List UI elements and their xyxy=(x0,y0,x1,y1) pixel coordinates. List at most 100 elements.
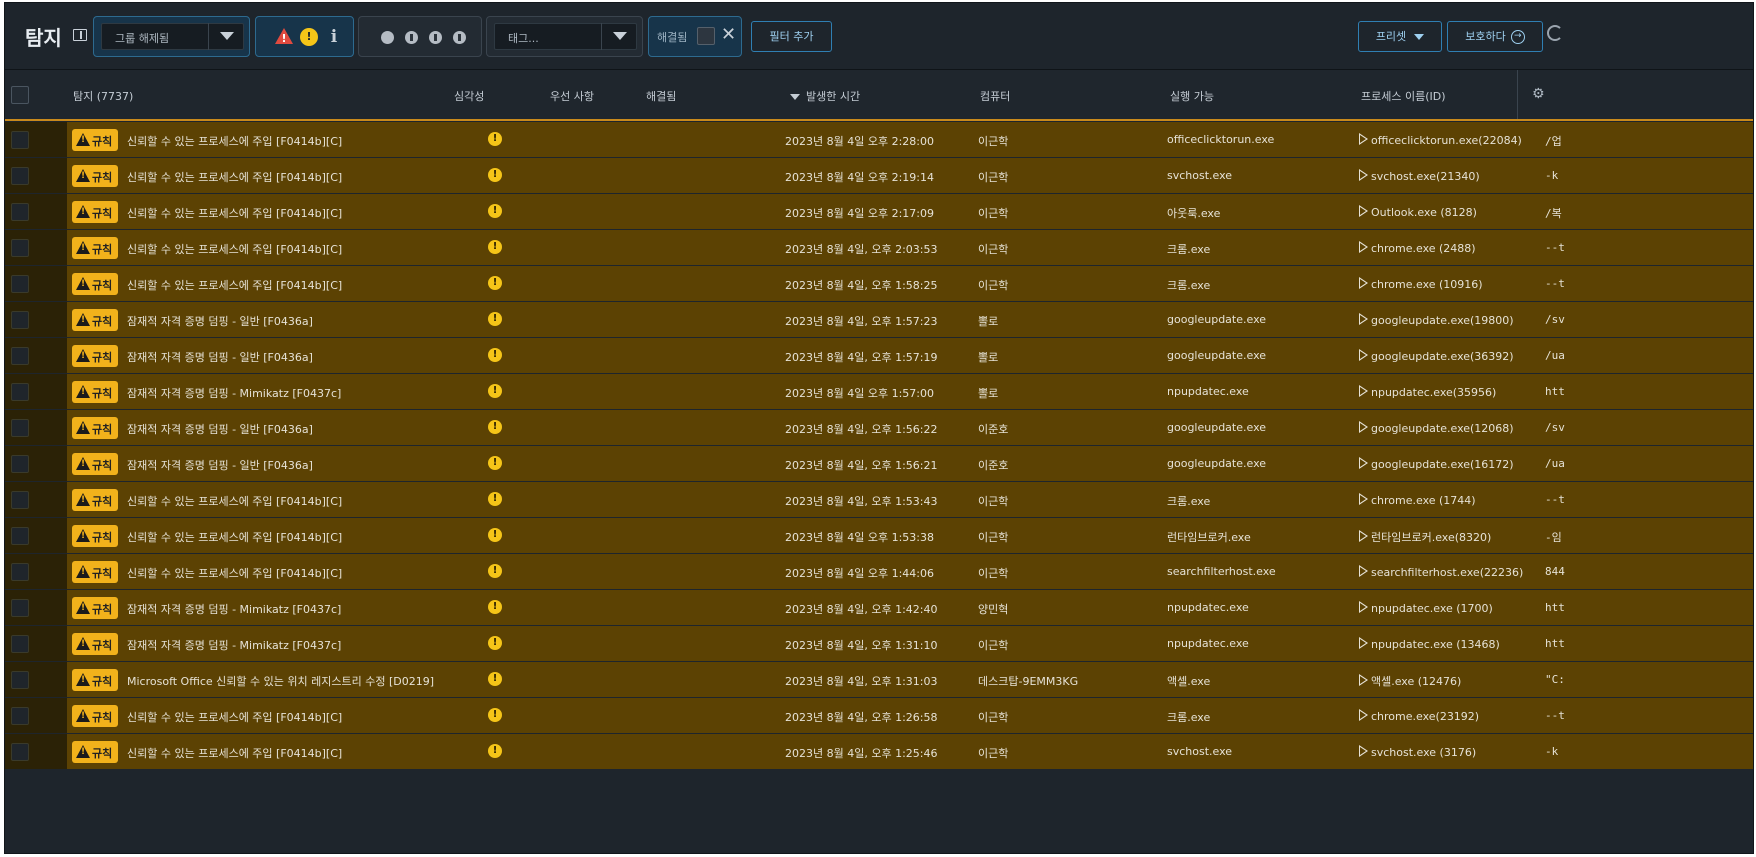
row-checkbox[interactable] xyxy=(11,527,29,545)
table-row[interactable]: 규칙 신뢰할 수 있는 프로세스에 주입 [F0414b][C]! 2023년 8월… xyxy=(5,266,1753,301)
table-row[interactable]: 규칙 잠재적 자격 증명 덤핑 - 일반 [F0436a]! 2023년 8월 4일… xyxy=(5,338,1753,373)
computer-name[interactable]: 이근학 xyxy=(978,745,1008,761)
table-row[interactable]: 규칙 Microsoft Office 신뢰할 수 있는 위치 레지스트리 수정 … xyxy=(5,662,1753,697)
detection-name[interactable]: 신뢰할 수 있는 프로세스에 주입 [F0414b][C] xyxy=(127,133,342,149)
detection-name[interactable]: 신뢰할 수 있는 프로세스에 주입 [F0414b][C] xyxy=(127,709,342,725)
row-checkbox[interactable] xyxy=(11,671,29,689)
detection-name[interactable]: 잠재적 자격 증명 덤핑 - 일반 [F0436a] xyxy=(127,313,313,329)
table-row[interactable]: 규칙 신뢰할 수 있는 프로세스에 주입 [F0414b][C]! 2023년 8월… xyxy=(5,482,1753,517)
table-row[interactable]: 규칙 신뢰할 수 있는 프로세스에 주입 [F0414b][C]! 2023년 8월… xyxy=(5,194,1753,229)
row-checkbox[interactable] xyxy=(11,383,29,401)
executable-name[interactable]: 런타임브로커.exe xyxy=(1167,529,1251,545)
row-checkbox[interactable] xyxy=(11,707,29,725)
computer-name[interactable]: 이근학 xyxy=(978,637,1008,653)
executable-name[interactable]: googleupdate.exe xyxy=(1167,349,1266,362)
row-checkbox[interactable] xyxy=(11,167,29,185)
process-cell[interactable]: npupdatec.exe(35956) xyxy=(1359,385,1496,399)
column-executable[interactable]: 실행 가능 xyxy=(1170,88,1214,104)
executable-name[interactable]: googleupdate.exe xyxy=(1167,457,1266,470)
detection-name[interactable]: 신뢰할 수 있는 프로세스에 주입 [F0414b][C] xyxy=(127,493,342,509)
computer-name[interactable]: 이근학 xyxy=(978,169,1008,185)
computer-name[interactable]: 이근학 xyxy=(978,241,1008,257)
executable-name[interactable]: searchfilterhost.exe xyxy=(1167,565,1276,578)
row-checkbox[interactable] xyxy=(11,203,29,221)
detection-name[interactable]: 신뢰할 수 있는 프로세스에 주입 [F0414b][C] xyxy=(127,241,342,257)
executable-name[interactable]: officeclicktorun.exe xyxy=(1167,133,1274,146)
computer-name[interactable]: 이준호 xyxy=(978,421,1008,437)
executable-name[interactable]: 크롬.exe xyxy=(1167,277,1210,293)
refresh-icon[interactable] xyxy=(1547,25,1563,41)
chevron-down-icon[interactable] xyxy=(601,23,637,50)
computer-name[interactable]: 뽈로 xyxy=(978,313,998,329)
process-cell[interactable]: googleupdate.exe(12068) xyxy=(1359,421,1514,435)
detection-name[interactable]: 잠재적 자격 증명 덤핑 - 일반 [F0436a] xyxy=(127,421,313,437)
executable-name[interactable]: svchost.exe xyxy=(1167,745,1232,758)
select-all-checkbox[interactable] xyxy=(11,86,29,104)
table-row[interactable]: 규칙 신뢰할 수 있는 프로세스에 주입 [F0414b][C]! 2023년 8월… xyxy=(5,734,1753,769)
high-severity-icon[interactable]: ! xyxy=(300,28,318,46)
computer-name[interactable]: 이근학 xyxy=(978,133,1008,149)
computer-name[interactable]: 이근학 xyxy=(978,205,1008,221)
table-row[interactable]: 규칙 잠재적 자격 증명 덤핑 - Mimikatz [F0437c]! 2023년… xyxy=(5,590,1753,625)
row-checkbox[interactable] xyxy=(11,743,29,761)
protect-button[interactable]: 보호하다 → xyxy=(1447,21,1543,52)
detection-name[interactable]: 신뢰할 수 있는 프로세스에 주입 [F0414b][C] xyxy=(127,565,342,581)
process-cell[interactable]: chrome.exe (1744) xyxy=(1359,493,1476,507)
computer-name[interactable]: 이근학 xyxy=(978,493,1008,509)
process-cell[interactable]: googleupdate.exe(36392) xyxy=(1359,349,1514,363)
column-process[interactable]: 프로세스 이름(ID) xyxy=(1361,88,1446,104)
process-cell[interactable]: svchost.exe(21340) xyxy=(1359,169,1480,183)
executable-name[interactable]: 크롬.exe xyxy=(1167,493,1210,509)
row-checkbox[interactable] xyxy=(11,599,29,617)
row-checkbox[interactable] xyxy=(11,275,29,293)
row-checkbox[interactable] xyxy=(11,491,29,509)
process-cell[interactable]: 런타임브로커.exe(8320) xyxy=(1359,529,1491,545)
executable-name[interactable]: npupdatec.exe xyxy=(1167,637,1249,650)
column-detection[interactable]: 탐지 (7737) xyxy=(73,88,133,104)
process-cell[interactable]: chrome.exe (2488) xyxy=(1359,241,1476,255)
process-cell[interactable]: svchost.exe (3176) xyxy=(1359,745,1476,759)
table-row[interactable]: 규칙 신뢰할 수 있는 프로세스에 주입 [F0414b][C]! 2023년 8월… xyxy=(5,518,1753,553)
computer-name[interactable]: 뽈로 xyxy=(978,349,998,365)
priority-high-icon[interactable] xyxy=(453,31,466,44)
computer-name[interactable]: 뽈로 xyxy=(978,385,998,401)
preset-button[interactable]: 프리셋 xyxy=(1358,21,1442,52)
row-checkbox[interactable] xyxy=(11,635,29,653)
process-cell[interactable]: npupdatec.exe (13468) xyxy=(1359,637,1500,651)
column-priority[interactable]: 우선 사항 xyxy=(550,88,594,104)
process-cell[interactable]: chrome.exe(23192) xyxy=(1359,709,1479,723)
tag-filter[interactable]: 태그... xyxy=(486,16,643,57)
computer-name[interactable]: 이준호 xyxy=(978,457,1008,473)
row-checkbox[interactable] xyxy=(11,563,29,581)
process-cell[interactable]: Outlook.exe (8128) xyxy=(1359,205,1477,219)
critical-severity-icon[interactable]: ! xyxy=(275,28,293,46)
table-row[interactable]: 규칙 신뢰할 수 있는 프로세스에 주입 [F0414b][C]! 2023년 8월… xyxy=(5,230,1753,265)
detection-name[interactable]: 잠재적 자격 증명 덤핑 - 일반 [F0436a] xyxy=(127,349,313,365)
table-row[interactable]: 규칙 신뢰할 수 있는 프로세스에 주입 [F0414b][C]! 2023년 8월… xyxy=(5,122,1753,157)
table-row[interactable]: 규칙 신뢰할 수 있는 프로세스에 주입 [F0414b][C]! 2023년 8월… xyxy=(5,554,1753,589)
priority-low-icon[interactable] xyxy=(405,31,418,44)
executable-name[interactable]: npupdatec.exe xyxy=(1167,601,1249,614)
executable-name[interactable]: npupdatec.exe xyxy=(1167,385,1249,398)
column-computer[interactable]: 컴퓨터 xyxy=(980,88,1010,104)
computer-name[interactable]: 이근학 xyxy=(978,565,1008,581)
info-severity-icon[interactable]: i xyxy=(325,28,343,46)
table-row[interactable]: 규칙 잠재적 자격 증명 덤핑 - 일반 [F0436a]! 2023년 8월 4일… xyxy=(5,446,1753,481)
column-resolved[interactable]: 해결됨 xyxy=(646,88,676,104)
group-filter[interactable]: 그룹 해제됨 xyxy=(93,16,250,57)
row-checkbox[interactable] xyxy=(11,455,29,473)
executable-name[interactable]: 크롬.exe xyxy=(1167,241,1210,257)
chevron-down-icon[interactable] xyxy=(208,23,244,50)
table-row[interactable]: 규칙 신뢰할 수 있는 프로세스에 주입 [F0414b][C]! 2023년 8월… xyxy=(5,698,1753,733)
detection-name[interactable]: 잠재적 자격 증명 덤핑 - Mimikatz [F0437c] xyxy=(127,637,341,653)
process-cell[interactable]: chrome.exe (10916) xyxy=(1359,277,1483,291)
priority-medium-icon[interactable] xyxy=(429,31,442,44)
close-icon[interactable]: ✕ xyxy=(721,24,736,45)
detection-name[interactable]: 잠재적 자격 증명 덤핑 - Mimikatz [F0437c] xyxy=(127,385,341,401)
row-checkbox[interactable] xyxy=(11,239,29,257)
process-cell[interactable]: npupdatec.exe (1700) xyxy=(1359,601,1493,615)
process-cell[interactable]: googleupdate.exe(16172) xyxy=(1359,457,1514,471)
table-row[interactable]: 규칙 잠재적 자격 증명 덤핑 - Mimikatz [F0437c]! 2023년… xyxy=(5,374,1753,409)
executable-name[interactable]: googleupdate.exe xyxy=(1167,421,1266,434)
resolved-checkbox[interactable] xyxy=(697,27,715,45)
